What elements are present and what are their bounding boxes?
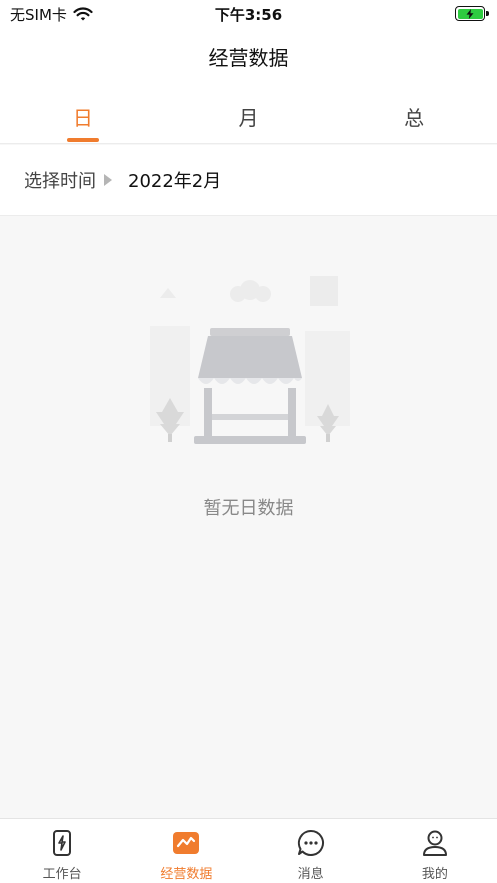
tabbar-label-workbench: 工作台 <box>42 867 82 882</box>
tab-day[interactable]: 日 <box>0 80 166 143</box>
tab-total-label: 总 <box>404 106 425 130</box>
tabbar-label-messages: 消息 <box>297 867 324 882</box>
period-tabs: 日 月 总 <box>0 80 497 144</box>
tabbar-label-business-data: 经营数据 <box>160 867 213 882</box>
battery-charging-icon <box>455 6 489 21</box>
time-selector[interactable]: 选择时间 2022年2月 <box>0 145 497 216</box>
workbench-icon <box>53 830 72 856</box>
empty-state: 暂无日数据 <box>0 216 497 818</box>
empty-state-text: 暂无日数据 <box>203 498 294 519</box>
triangle-right-icon <box>104 174 112 186</box>
tabbar-item-messages[interactable]: 消息 <box>249 819 373 883</box>
tab-month[interactable]: 月 <box>166 80 332 143</box>
chart-icon <box>173 832 200 854</box>
tabbar-item-workbench[interactable]: 工作台 <box>0 819 124 883</box>
tabbar-item-business-data[interactable]: 经营数据 <box>124 819 248 883</box>
tab-total[interactable]: 总 <box>331 80 497 143</box>
profile-icon <box>422 830 447 856</box>
tab-month-label: 月 <box>238 106 259 130</box>
nav-bar: 经营数据 <box>0 28 497 80</box>
empty-store-icon <box>150 276 350 444</box>
time-selector-label: 选择时间 <box>24 171 96 192</box>
bottom-tab-bar: 工作台 经营数据 消息 我的 <box>0 818 497 883</box>
message-icon <box>297 829 324 856</box>
tabbar-item-profile[interactable]: 我的 <box>373 819 497 883</box>
tab-active-indicator <box>66 138 99 142</box>
status-bar: 无SIM卡 下午3:56 <box>0 0 497 28</box>
time-selector-value[interactable]: 2022年2月 <box>128 167 221 193</box>
status-time: 下午3:56 <box>214 6 283 24</box>
tabbar-label-profile: 我的 <box>421 867 448 882</box>
page-title: 经营数据 <box>208 46 289 70</box>
tab-day-label: 日 <box>72 106 93 130</box>
